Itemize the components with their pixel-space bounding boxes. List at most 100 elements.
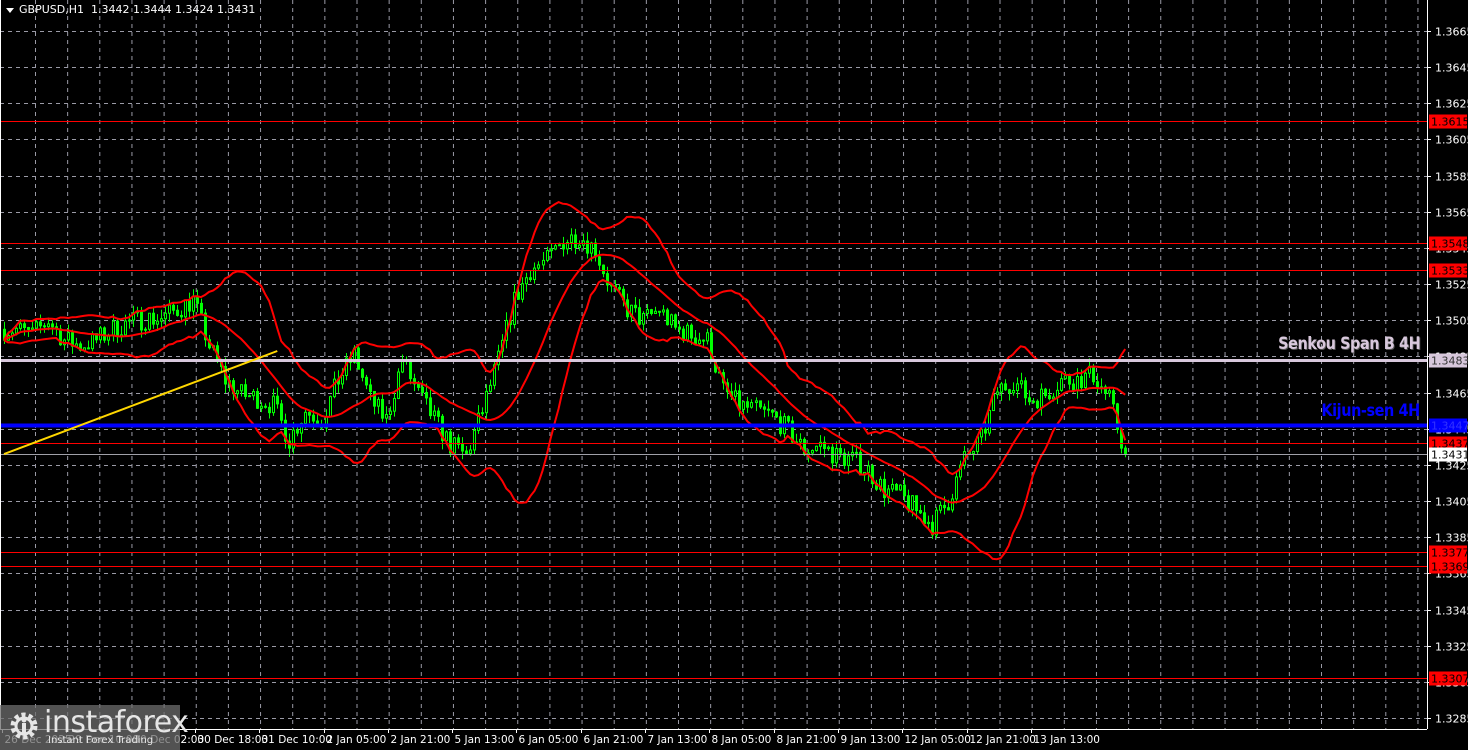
candle-body bbox=[529, 277, 532, 281]
candle bbox=[180, 310, 183, 321]
candle-body bbox=[244, 384, 247, 397]
level-price-label: 1.3615 bbox=[1431, 116, 1468, 129]
candle-body bbox=[248, 395, 251, 398]
candle bbox=[481, 407, 484, 417]
candle bbox=[529, 270, 532, 282]
candle bbox=[377, 396, 380, 414]
candle bbox=[188, 292, 191, 318]
candle-body bbox=[264, 405, 267, 408]
candle-body bbox=[634, 304, 637, 309]
candle-body bbox=[867, 465, 870, 473]
candle-body bbox=[763, 406, 766, 410]
candle bbox=[132, 305, 135, 328]
candle bbox=[461, 437, 464, 460]
candle bbox=[610, 284, 613, 293]
candle-body bbox=[461, 443, 464, 452]
candle-body bbox=[1008, 389, 1011, 394]
candle-body bbox=[429, 397, 432, 417]
candle-body bbox=[815, 445, 818, 452]
candle bbox=[931, 514, 934, 539]
candle bbox=[357, 346, 360, 370]
candle-body bbox=[124, 320, 127, 336]
candle-body bbox=[923, 512, 926, 525]
candle bbox=[176, 304, 179, 317]
candle bbox=[634, 297, 637, 313]
candle-body bbox=[706, 332, 709, 342]
y-tick-label: 1.3385 bbox=[1435, 532, 1468, 545]
candle bbox=[674, 313, 677, 330]
candle-body bbox=[638, 307, 641, 325]
candle-body bbox=[570, 234, 573, 244]
level-price-label: 1.3431 bbox=[1431, 449, 1468, 462]
level-price-label: 1.3369 bbox=[1431, 561, 1468, 574]
candle bbox=[485, 384, 488, 421]
candle-body bbox=[236, 390, 239, 395]
candle-body bbox=[1124, 447, 1127, 455]
candle-body bbox=[15, 327, 18, 334]
candle bbox=[268, 402, 271, 419]
candle bbox=[537, 261, 540, 271]
x-tick-label: 5 Jan 13:00 bbox=[455, 734, 515, 746]
candle bbox=[196, 289, 199, 313]
candle-body bbox=[1096, 381, 1099, 388]
candle bbox=[562, 236, 565, 257]
candle bbox=[1108, 387, 1111, 398]
candle-body bbox=[445, 431, 448, 442]
candle-body bbox=[304, 411, 307, 424]
candle-body bbox=[1068, 375, 1071, 385]
bollinger-middle bbox=[3, 253, 1126, 504]
candle-body bbox=[702, 339, 705, 342]
candle-body bbox=[546, 250, 549, 261]
candle bbox=[71, 329, 74, 354]
candle bbox=[662, 305, 665, 316]
candle-body bbox=[489, 384, 492, 392]
x-tick-label: 8 Jan 05:00 bbox=[712, 734, 772, 746]
candle bbox=[397, 368, 400, 400]
candle bbox=[1028, 390, 1031, 406]
senkou-span-b-label: Senkou Span B 4H bbox=[1277, 334, 1421, 354]
candle-body bbox=[750, 402, 753, 408]
candle bbox=[160, 309, 163, 329]
dropdown-triangle-icon[interactable] bbox=[6, 7, 14, 13]
candle-body bbox=[160, 318, 163, 322]
candle-body bbox=[919, 510, 922, 514]
x-tick-label: 2 Jan 21:00 bbox=[391, 734, 451, 746]
chart-header: GBPUSD,H1 1.3442 1.3444 1.3424 1.3431 bbox=[6, 3, 255, 16]
candle-body bbox=[775, 411, 778, 418]
candle bbox=[308, 410, 311, 424]
candle bbox=[192, 289, 195, 320]
x-tick-label: 9 Jan 13:00 bbox=[841, 734, 901, 746]
candle-body bbox=[855, 451, 858, 454]
candle bbox=[895, 483, 898, 491]
candle-body bbox=[590, 242, 593, 254]
candle bbox=[831, 443, 834, 472]
candle-body bbox=[598, 256, 601, 266]
candle bbox=[280, 399, 283, 428]
candle-body bbox=[915, 495, 918, 512]
candle-body bbox=[771, 409, 774, 413]
candle-body bbox=[1092, 365, 1095, 383]
candle bbox=[1100, 378, 1103, 394]
candle bbox=[706, 328, 709, 345]
candle-body bbox=[907, 495, 910, 511]
candle-body bbox=[164, 312, 167, 320]
candle bbox=[525, 272, 528, 292]
candle-body bbox=[260, 405, 263, 409]
candle-body bbox=[469, 449, 472, 454]
candle-body bbox=[377, 398, 380, 407]
candle-body bbox=[312, 414, 315, 422]
price-chart[interactable]: 1.3665 1.3645 1.3625 1.3605 1.3585 1.3565 1.35… bbox=[0, 0, 1468, 750]
candle bbox=[23, 320, 26, 336]
candle bbox=[746, 396, 749, 413]
x-tick-label: 8 Jan 21:00 bbox=[777, 734, 837, 746]
y-tick-label: 1.3505 bbox=[1435, 315, 1468, 328]
candle-body bbox=[899, 484, 902, 491]
candle bbox=[1032, 397, 1035, 404]
candle-body bbox=[268, 406, 271, 414]
y-tick-label: 1.3285 bbox=[1435, 713, 1468, 726]
candle bbox=[1048, 388, 1051, 401]
candle bbox=[988, 409, 991, 436]
candle-body bbox=[192, 295, 195, 312]
candle-body bbox=[148, 312, 151, 330]
y-tick-label: 1.3405 bbox=[1435, 496, 1468, 509]
